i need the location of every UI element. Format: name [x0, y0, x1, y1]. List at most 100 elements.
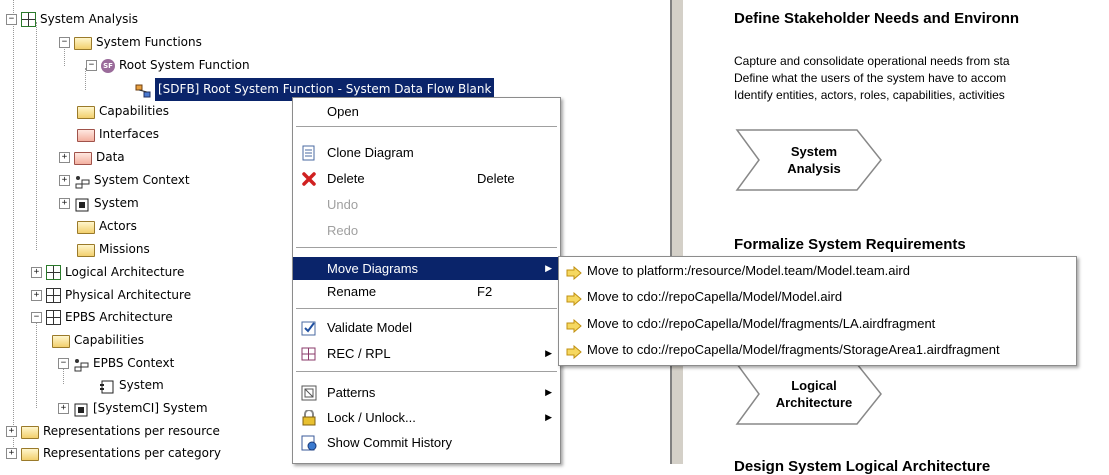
tree-item-epbs-system[interactable]: System [99, 374, 164, 397]
submenu-arrow-icon: ▶ [545, 412, 552, 422]
tree-item-label: Representations per category [43, 446, 221, 460]
clone-diagram-icon [301, 145, 317, 161]
context-icon [73, 357, 89, 371]
folder-icon [77, 221, 95, 234]
menu-separator [296, 371, 557, 373]
expand-toggle[interactable]: + [59, 198, 70, 209]
menu-item-clone-diagram[interactable]: Clone Diagram [293, 141, 560, 164]
move-target-item[interactable]: Move to cdo://repoCapella/Model/fragment… [559, 337, 1076, 363]
menu-item-delete[interactable]: Delete Delete [293, 167, 560, 190]
tree-item-label: Representations per resource [43, 424, 220, 438]
collapse-toggle[interactable]: − [6, 14, 17, 25]
delete-icon [301, 171, 317, 187]
step-label: Logical Architecture [775, 378, 853, 410]
context-icon [74, 174, 90, 188]
menu-item-show-commit-history[interactable]: Show Commit History [293, 431, 560, 454]
tree-item-epbs-context[interactable]: − EPBS Context [58, 352, 174, 375]
tree-item-label: Capabilities [74, 333, 144, 347]
folder-icon [77, 106, 95, 119]
menu-separator [296, 308, 557, 310]
system-analysis-step[interactable]: System Analysis [735, 128, 885, 192]
menu-item-undo: Undo [327, 197, 359, 212]
tree-item-epbs-capabilities[interactable]: Capabilities [52, 329, 144, 352]
section-description: Identify entities, actors, roles, capabi… [734, 88, 1005, 102]
menu-item-rec-rpl[interactable]: REC / RPL ▶ [293, 342, 560, 365]
patterns-icon [301, 385, 317, 401]
tree-item-representations-category[interactable]: + Representations per category [6, 442, 221, 465]
component-icon [73, 402, 89, 416]
context-menu: Open Clone Diagram Delete Delete Undo Re… [292, 97, 561, 464]
commit-history-icon [301, 435, 317, 451]
menu-item-patterns[interactable]: Patterns ▶ [293, 381, 560, 404]
system-function-icon: SF [101, 58, 115, 73]
expand-toggle[interactable]: + [6, 448, 17, 459]
tree-item-system-analysis[interactable]: − System Analysis [6, 8, 138, 31]
tree-item-label: EPBS Context [93, 356, 175, 370]
folder-open-icon [74, 37, 92, 50]
menu-item-validate-model[interactable]: Validate Model [293, 316, 560, 339]
menu-item-redo: Redo [327, 223, 359, 238]
tree-item-interfaces[interactable]: Interfaces [77, 123, 159, 146]
tree-item-label: Actors [99, 219, 137, 233]
menu-item-lock-unlock[interactable]: Lock / Unlock... ▶ [293, 406, 560, 429]
tree-item-root-system-function[interactable]: − SF Root System Function [86, 54, 250, 77]
lock-icon [301, 409, 317, 426]
arrow-right-icon [566, 342, 582, 368]
folder-icon [52, 335, 70, 348]
tree-item-label: System Functions [96, 35, 202, 49]
submenu-arrow-icon: ▶ [545, 348, 552, 358]
component-icon [74, 197, 90, 211]
tree-item-label: Missions [99, 242, 150, 256]
collapse-toggle[interactable]: − [86, 60, 97, 71]
expand-toggle[interactable]: + [59, 175, 70, 186]
tree-item-label: System [119, 378, 164, 392]
pane-splitter[interactable] [670, 0, 684, 464]
tree-item-system-functions[interactable]: − System Functions [59, 31, 202, 54]
folder-red-icon [74, 152, 92, 165]
grid-icon [46, 310, 61, 325]
tree-item-label: Interfaces [99, 127, 159, 141]
tree-item-system[interactable]: + System [59, 192, 139, 215]
tree-item-capabilities[interactable]: Capabilities [77, 100, 169, 123]
grid-icon [46, 288, 61, 303]
section-description: Define what the users of the system have… [734, 71, 1007, 85]
tree-item-label: System Analysis [40, 12, 139, 26]
tree-item-label: Data [96, 150, 125, 164]
tree-item-data[interactable]: + Data [59, 146, 125, 169]
tree-item-label: System [94, 196, 139, 210]
project-grid-icon [46, 265, 61, 280]
menu-separator [296, 247, 557, 249]
section-heading: Define Stakeholder Needs and Environn [734, 10, 1020, 27]
section-heading: Formalize System Requirements [734, 236, 966, 253]
menu-item-move-diagrams[interactable]: Move Diagrams ▶ [293, 257, 560, 280]
expand-toggle[interactable]: + [59, 152, 70, 163]
tree-item-system-ci[interactable]: + [SystemCI] System [58, 397, 208, 420]
collapse-toggle[interactable]: − [58, 358, 69, 369]
section-description: Capture and consolidate operational need… [734, 54, 1010, 68]
tree-item-physical-architecture[interactable]: + Physical Architecture [31, 284, 191, 307]
expand-toggle[interactable]: + [6, 426, 17, 437]
tree-item-epbs-architecture[interactable]: − EPBS Architecture [31, 306, 173, 329]
tree-item-label: Root System Function [119, 58, 250, 72]
logical-architecture-step[interactable]: Logical Architecture [735, 362, 885, 426]
submenu-arrow-icon: ▶ [545, 387, 552, 397]
menu-item-rename[interactable]: Rename F2 [293, 280, 560, 303]
expand-toggle[interactable]: + [58, 403, 69, 414]
move-target-item[interactable]: Move to platform:/resource/Model.team/Mo… [559, 258, 1076, 284]
step-label: System Analysis [787, 144, 841, 176]
tree-item-actors[interactable]: Actors [77, 215, 137, 238]
tree-item-logical-architecture[interactable]: + Logical Architecture [31, 261, 184, 284]
expand-toggle[interactable]: + [31, 267, 42, 278]
tree-item-system-context[interactable]: + System Context [59, 169, 190, 192]
expand-toggle[interactable]: + [31, 290, 42, 301]
move-target-item[interactable]: Move to cdo://repoCapella/Model/fragment… [559, 311, 1076, 337]
tree-item-label: Logical Architecture [65, 265, 185, 279]
collapse-toggle[interactable]: − [59, 37, 70, 48]
menu-item-open[interactable]: Open [293, 100, 560, 123]
folder-icon [77, 244, 95, 257]
component-icon [99, 379, 115, 393]
collapse-toggle[interactable]: − [31, 312, 42, 323]
move-target-item[interactable]: Move to cdo://repoCapella/Model/Model.ai… [559, 284, 1076, 310]
tree-item-representations-resource[interactable]: + Representations per resource [6, 420, 220, 443]
tree-item-missions[interactable]: Missions [77, 238, 150, 261]
